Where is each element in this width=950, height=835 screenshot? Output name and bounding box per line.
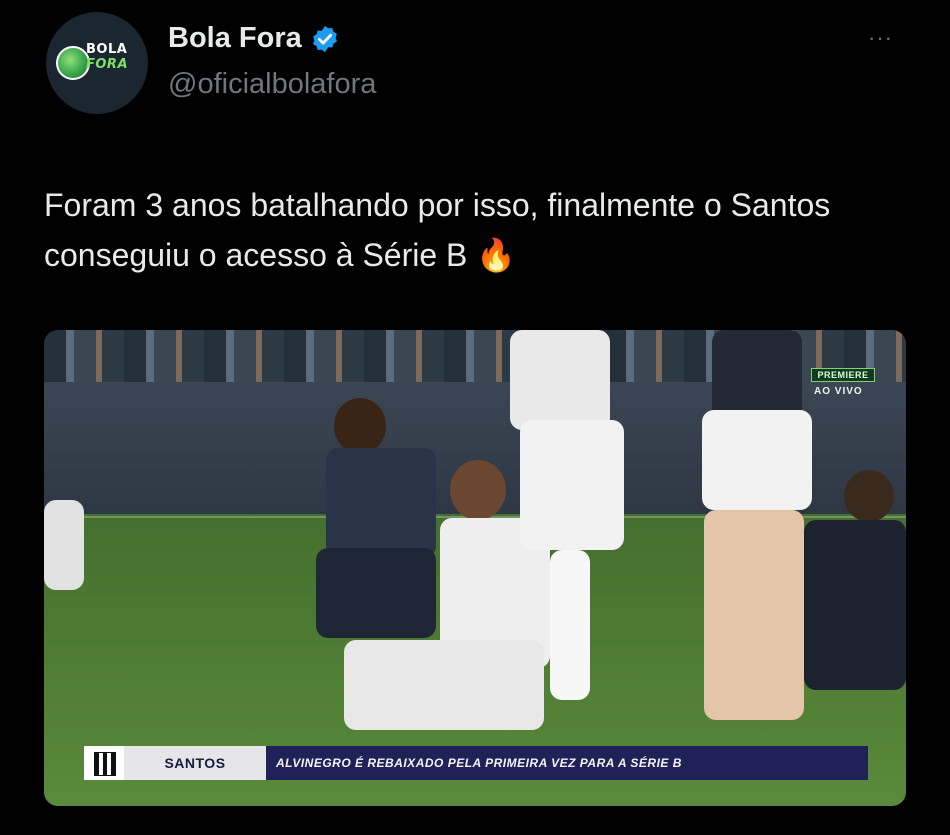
profile-avatar[interactable]: BOLA FORA — [46, 12, 148, 114]
santos-crest-icon — [84, 746, 124, 780]
lower-third-team: SANTOS — [124, 746, 266, 780]
broadcast-lower-third: SANTOS ALVINEGRO É REBAIXADO PELA PRIMEI… — [84, 746, 868, 780]
author-name[interactable]: Bola Fora — [168, 22, 302, 55]
verified-badge-icon — [312, 25, 337, 52]
tweet-text: Foram 3 anos batalhando por isso, finalm… — [44, 187, 831, 273]
avatar-logo-line2: FORA — [86, 57, 129, 72]
broadcaster-logo: PREMIERE — [811, 368, 875, 382]
tweet-media-image[interactable]: PREMIERE AO VIVO SANTOS ALVINEGRO É REBA… — [44, 330, 906, 806]
soccer-ball-icon — [56, 46, 90, 80]
avatar-logo-line1: BOLA — [86, 42, 128, 57]
avatar-logo: BOLA FORA — [86, 42, 146, 72]
author-handle[interactable]: @oficialbolafora — [168, 68, 376, 101]
more-options-icon[interactable]: ··· — [868, 27, 893, 49]
live-indicator: AO VIVO — [814, 386, 863, 397]
player-partial-left — [44, 500, 92, 590]
lower-third-message: ALVINEGRO É REBAIXADO PELA PRIMEIRA VEZ … — [266, 746, 868, 780]
player-standing-center — [510, 330, 630, 710]
player-kneeling-right — [794, 470, 906, 690]
author-name-row: Bola Fora — [168, 22, 340, 55]
